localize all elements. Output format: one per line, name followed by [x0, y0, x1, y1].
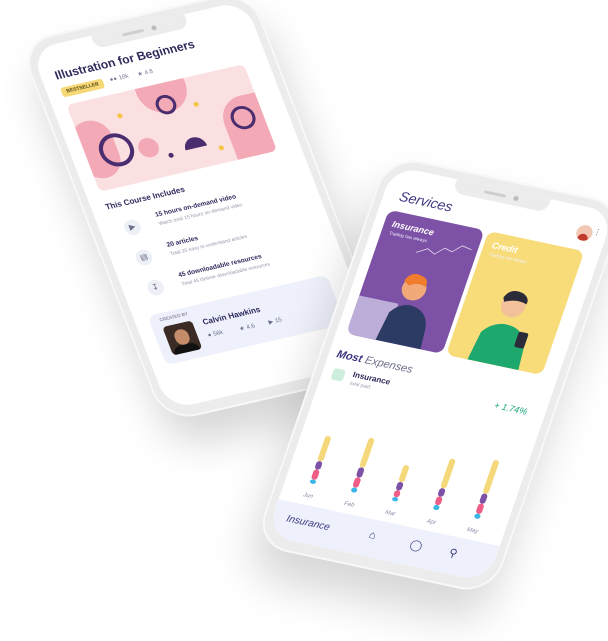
star-icon: ★ [238, 325, 247, 333]
chart-bar-segment [479, 493, 488, 504]
tab-insurance[interactable]: Insurance [285, 514, 332, 534]
chart-bar-segment [396, 481, 404, 491]
chart-bar-segment [315, 461, 323, 470]
creator-followers-value: 56k [212, 329, 225, 338]
users-icon: ● [207, 332, 213, 339]
chart-bar-segment [317, 435, 331, 462]
expense-icon [330, 367, 347, 382]
rating-value: 4.8 [143, 68, 155, 77]
chart-bar-segment [476, 503, 484, 514]
play-icon: ▶ [267, 319, 275, 326]
creator-rating: ★4.6 [238, 323, 257, 333]
users-icon: ●● [108, 76, 119, 84]
creator-rating-value: 4.6 [245, 323, 257, 331]
chart-bar-segment [352, 477, 361, 488]
chart-bar-segment [474, 513, 481, 519]
chart-bar-segment [483, 459, 499, 494]
expenses-title-bold: Most [334, 348, 365, 366]
services-title: Services [397, 188, 456, 215]
expense-change: + 1.74% [492, 400, 529, 417]
phone-notch [452, 179, 551, 213]
search-icon[interactable]: ⚲ [447, 546, 459, 560]
creator-videos: ▶15 [267, 316, 283, 326]
creator-label: CREATED BY [158, 311, 189, 323]
chart-bar-segment [398, 465, 409, 483]
chart-bar-segment [311, 469, 320, 480]
course-rating: ★4.8 [136, 68, 155, 78]
video-icon: ▶ [121, 217, 144, 237]
chart-x-tick-label: Mar [384, 510, 397, 518]
expenses-title: Most Expenses [335, 348, 414, 375]
bestseller-badge: BESTSELLER [59, 78, 106, 98]
students-value: 18k [117, 73, 130, 82]
chart-bar-segment [351, 487, 358, 493]
chart-x-tick-label: May [466, 527, 480, 535]
chart-x-tick-label: Jun [301, 492, 314, 500]
download-icon: ↧ [144, 278, 167, 297]
creator-followers: ●56k [207, 330, 224, 339]
chart-bar-segment [440, 458, 456, 489]
students-count: ●●18k [109, 74, 130, 84]
chart-bar-segment [438, 488, 446, 497]
chart-x-tick-label: Feb [343, 501, 356, 509]
chart-bar-segment [433, 504, 440, 511]
home-icon[interactable]: ⌂ [367, 529, 377, 542]
chart-bar-segment [359, 437, 375, 468]
shield-icon[interactable]: ◯ [408, 538, 424, 553]
more-icon[interactable]: ⋮ [592, 227, 603, 237]
creator-videos-value: 15 [274, 317, 283, 325]
chart-bar-segment [392, 497, 399, 502]
stage: Illustration for Beginners BESTSELLER ●●… [0, 0, 608, 641]
chart-bar-segment [393, 490, 401, 498]
article-icon: ▤ [133, 248, 155, 267]
chart-bar-segment [309, 479, 316, 484]
chart-x-tick-label: Apr [425, 518, 438, 526]
creator-avatar [162, 320, 203, 356]
chart-bar-segment [435, 496, 443, 506]
chart-bar-segment [356, 467, 365, 478]
